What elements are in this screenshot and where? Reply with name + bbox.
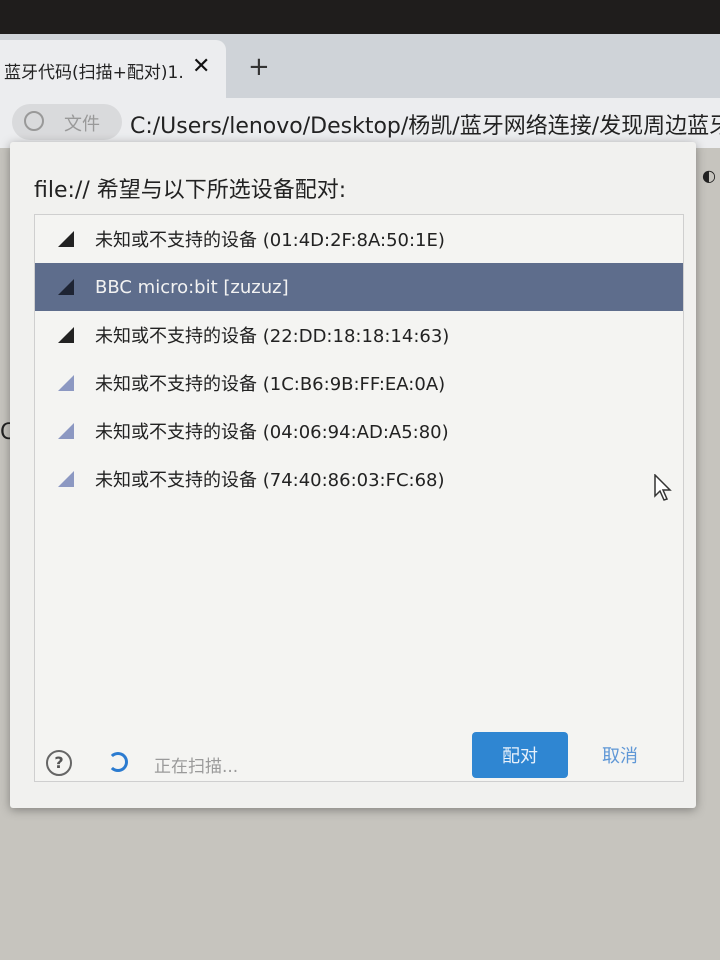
device-list: 未知或不支持的设备 (01:4D:2F:8A:50:1E) BBC micro:b… bbox=[34, 214, 684, 782]
info-icon bbox=[24, 111, 44, 131]
help-icon[interactable]: ? bbox=[46, 750, 72, 776]
device-row[interactable]: BBC micro:bit [zuzuz] bbox=[35, 263, 683, 311]
address-bar[interactable]: C:/Users/lenovo/Desktop/杨凯/蓝牙网络连接/发现周边蓝牙… bbox=[130, 108, 720, 140]
pair-button[interactable]: 配对 bbox=[472, 732, 568, 778]
signal-strength-icon bbox=[58, 375, 74, 391]
device-label: 未知或不支持的设备 (1C:B6:9B:FF:EA:0A) bbox=[95, 374, 446, 395]
cancel-button[interactable]: 取消 bbox=[602, 742, 638, 768]
device-label: 未知或不支持的设备 (74:40:86:03:FC:68) bbox=[95, 470, 445, 491]
signal-strength-icon bbox=[58, 471, 74, 487]
dialog-title: file:// 希望与以下所选设备配对: bbox=[34, 178, 347, 203]
mouse-cursor-icon bbox=[654, 474, 672, 501]
signal-strength-icon bbox=[58, 327, 74, 343]
tab-title: 蓝牙代码(扫描+配对)1.l bbox=[4, 63, 184, 83]
signal-strength-icon bbox=[58, 279, 74, 295]
device-label: 未知或不支持的设备 (22:DD:18:18:14:63) bbox=[95, 326, 450, 347]
device-row[interactable]: 未知或不支持的设备 (1C:B6:9B:FF:EA:0A) bbox=[35, 359, 683, 407]
tab-close-icon[interactable]: ✕ bbox=[192, 54, 210, 79]
device-row[interactable]: 未知或不支持的设备 (04:06:94:AD:A5:80) bbox=[35, 407, 683, 455]
signal-strength-icon bbox=[58, 423, 74, 439]
device-label: BBC micro:bit [zuzuz] bbox=[95, 276, 289, 298]
device-label: 未知或不支持的设备 (01:4D:2F:8A:50:1E) bbox=[95, 230, 445, 251]
scanning-status: 正在扫描... bbox=[154, 757, 239, 777]
signal-strength-icon bbox=[58, 231, 74, 247]
device-label: 未知或不支持的设备 (04:06:94:AD:A5:80) bbox=[95, 422, 449, 443]
bluetooth-pair-dialog: file:// 希望与以下所选设备配对: 未知或不支持的设备 (01:4D:2F… bbox=[10, 142, 696, 808]
device-row[interactable]: 未知或不支持的设备 (22:DD:18:18:14:63) bbox=[35, 311, 683, 359]
globe-icon: ◐ bbox=[702, 166, 716, 185]
origin-chip-label: 文件 bbox=[64, 114, 100, 135]
new-tab-button[interactable]: + bbox=[248, 52, 270, 82]
device-row[interactable]: 未知或不支持的设备 (74:40:86:03:FC:68) bbox=[35, 455, 683, 503]
device-row[interactable]: 未知或不支持的设备 (01:4D:2F:8A:50:1E) bbox=[35, 215, 683, 263]
loading-spinner-icon bbox=[108, 752, 128, 772]
